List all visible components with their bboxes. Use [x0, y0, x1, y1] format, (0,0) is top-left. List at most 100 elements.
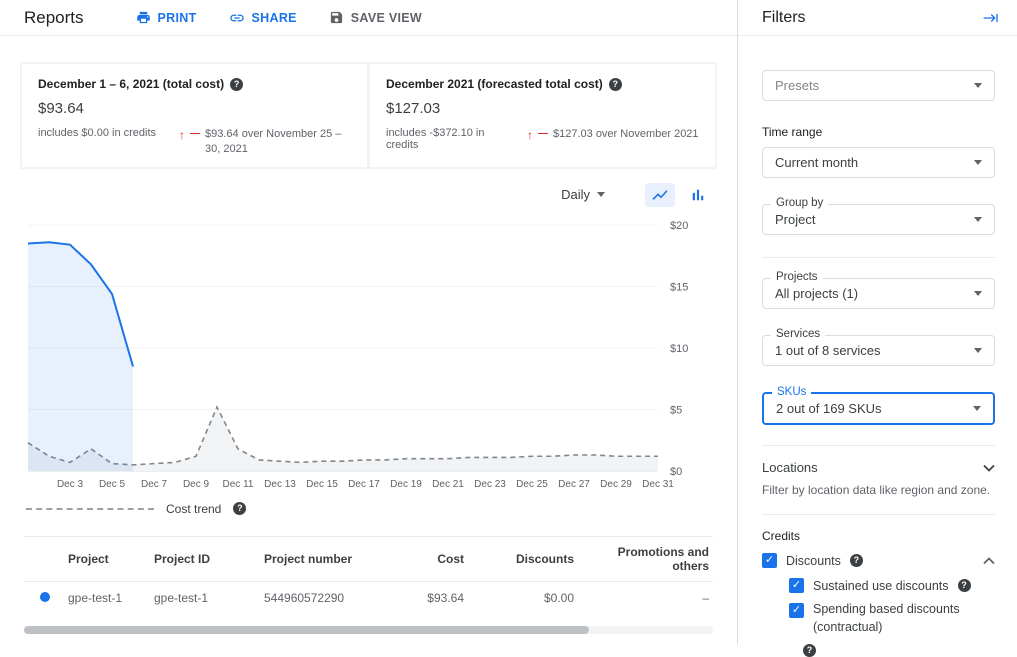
sustained-discounts-checkbox[interactable]: ✓ — [789, 578, 804, 593]
svg-text:Dec 15: Dec 15 — [306, 479, 338, 490]
save-view-label: SAVE VIEW — [351, 11, 422, 25]
dropdown-arrow-icon — [974, 348, 982, 353]
save-view-button[interactable]: SAVE VIEW — [329, 10, 422, 25]
col-cost: Cost — [388, 536, 468, 581]
check-icon: ✓ — [792, 605, 801, 616]
series-color-dot — [40, 592, 50, 602]
dropdown-arrow-icon — [597, 192, 605, 197]
main-content: Reports PRINT SHARE SAVE VIEW — [0, 0, 737, 644]
svg-text:$5: $5 — [670, 404, 682, 416]
scrollbar-thumb[interactable] — [24, 626, 589, 634]
line-chart-toggle-button[interactable] — [645, 183, 675, 207]
projects-select[interactable]: Projects All projects (1) — [762, 278, 995, 309]
help-icon[interactable]: ? — [609, 78, 622, 91]
horizontal-scrollbar — [24, 626, 713, 634]
cell-project: gpe-test-1 — [64, 581, 150, 614]
cost-chart-area: $0$5$10$15$20Dec 3Dec 5Dec 7Dec 9Dec 11D… — [24, 213, 737, 496]
services-label: Services — [771, 328, 825, 340]
total-cost-amount: $93.64 — [38, 100, 351, 117]
svg-text:Dec 21: Dec 21 — [432, 479, 464, 490]
spending-discounts-checkbox[interactable]: ✓ — [789, 603, 804, 618]
total-cost-credits-note: includes $0.00 in credits — [38, 127, 179, 157]
print-button[interactable]: PRINT — [136, 10, 197, 25]
chevron-up-icon[interactable] — [983, 557, 995, 565]
svg-text:Dec 13: Dec 13 — [264, 479, 296, 490]
divider — [762, 445, 995, 446]
help-icon[interactable]: ? — [958, 579, 971, 592]
cell-project-id: gpe-test-1 — [150, 581, 260, 614]
trend-up-icon: ↑ — [179, 127, 185, 157]
svg-text:Dec 23: Dec 23 — [474, 479, 506, 490]
filters-body: Presets Time range Current month Group b… — [738, 70, 1017, 657]
color-column-header — [24, 536, 64, 581]
forecast-cost-card: December 2021 (forecasted total cost) ? … — [370, 64, 715, 167]
svg-text:Dec 27: Dec 27 — [558, 479, 590, 490]
total-cost-card: December 1 – 6, 2021 (total cost) ? $93.… — [22, 64, 367, 167]
svg-text:$0: $0 — [670, 466, 682, 478]
col-project-id: Project ID — [150, 536, 260, 581]
interval-value: Daily — [561, 187, 590, 202]
filters-header: Filters — [738, 0, 1017, 36]
group-by-select[interactable]: Group by Project — [762, 204, 995, 235]
link-icon — [229, 10, 245, 26]
skus-select[interactable]: SKUs 2 out of 169 SKUs — [762, 392, 995, 425]
cell-promotions: – — [578, 581, 713, 614]
locations-section-toggle[interactable]: Locations — [762, 460, 995, 475]
check-icon: ✓ — [765, 555, 774, 566]
svg-text:Dec 31: Dec 31 — [642, 479, 674, 490]
cell-cost: $93.64 — [388, 581, 468, 614]
bar-chart-toggle-button[interactable] — [683, 183, 713, 207]
chart-type-toggle — [645, 183, 713, 207]
cell-discounts: $0.00 — [468, 581, 578, 614]
sustained-discounts-label: Sustained use discounts — [813, 579, 949, 593]
help-icon[interactable]: ? — [803, 644, 816, 657]
spending-discounts-label: Spending based discounts (contractual) — [813, 601, 971, 636]
group-by-value: Project — [775, 212, 974, 227]
forecast-amount: $127.03 — [386, 100, 699, 117]
dropdown-arrow-icon — [973, 406, 981, 411]
svg-text:Dec 19: Dec 19 — [390, 479, 422, 490]
sustained-discounts-row: ✓ Sustained use discounts ? — [789, 578, 995, 593]
save-icon — [329, 10, 344, 25]
topbar: Reports PRINT SHARE SAVE VIEW — [0, 0, 737, 36]
col-discounts: Discounts — [468, 536, 578, 581]
cost-chart[interactable]: $0$5$10$15$20Dec 3Dec 5Dec 7Dec 9Dec 11D… — [24, 213, 724, 493]
bar-chart-icon — [689, 186, 707, 204]
filters-panel: Filters Presets Time range Current month… — [737, 0, 1017, 644]
svg-text:Dec 9: Dec 9 — [183, 479, 210, 490]
svg-text:$10: $10 — [670, 343, 688, 355]
collapse-panel-button[interactable] — [981, 8, 1001, 28]
line-chart-icon — [651, 186, 669, 204]
interval-dropdown[interactable]: Daily — [561, 187, 605, 202]
help-icon[interactable]: ? — [850, 554, 863, 567]
skus-value: 2 out of 169 SKUs — [776, 401, 973, 416]
presets-select[interactable]: Presets — [762, 70, 995, 101]
svg-text:$15: $15 — [670, 281, 688, 293]
dropdown-arrow-icon — [974, 217, 982, 222]
svg-text:Dec 7: Dec 7 — [141, 479, 168, 490]
page-title: Reports — [24, 8, 84, 28]
time-range-label: Time range — [762, 125, 995, 139]
table-row[interactable]: gpe-test-1 gpe-test-1 544960572290 $93.6… — [24, 581, 713, 614]
services-select[interactable]: Services 1 out of 8 services — [762, 335, 995, 366]
svg-text:Dec 25: Dec 25 — [516, 479, 548, 490]
total-cost-card-title: December 1 – 6, 2021 (total cost) — [38, 77, 224, 91]
locations-description: Filter by location data like region and … — [762, 482, 995, 498]
total-cost-comparison: $93.64 over November 25 – 30, 2021 — [205, 127, 351, 157]
group-by-label: Group by — [771, 197, 828, 209]
svg-text:Dec 29: Dec 29 — [600, 479, 632, 490]
share-button[interactable]: SHARE — [229, 10, 297, 26]
discounts-label: Discounts — [786, 554, 841, 568]
help-icon[interactable]: ? — [230, 78, 243, 91]
svg-text:Dec 11: Dec 11 — [223, 479, 254, 490]
forecast-credits-note: includes -$372.10 in credits — [386, 127, 527, 151]
help-icon[interactable]: ? — [233, 502, 246, 515]
time-range-select[interactable]: Current month — [762, 147, 995, 178]
share-label: SHARE — [252, 11, 297, 25]
summary-cards-panel: December 1 – 6, 2021 (total cost) ? $93.… — [20, 62, 717, 169]
discounts-checkbox[interactable]: ✓ — [762, 553, 777, 568]
trend-up-icon: ↑ — [527, 127, 533, 151]
skus-label: SKUs — [772, 386, 811, 398]
cell-project-number: 544960572290 — [260, 581, 388, 614]
col-project: Project — [64, 536, 150, 581]
